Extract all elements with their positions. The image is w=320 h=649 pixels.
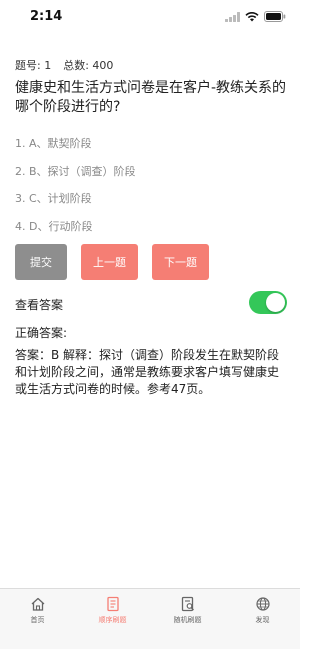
toggle-knob bbox=[266, 293, 285, 312]
show-answer-label: 查看答案 bbox=[15, 298, 64, 312]
tab-discover-label: 发现 bbox=[255, 616, 270, 624]
question-text: 健康史和生活方式问卷是在客户-教练关系的哪个阶段进行的? bbox=[15, 80, 287, 115]
sequential-practice-icon bbox=[106, 596, 119, 612]
question-total: 总数: 400 bbox=[63, 59, 114, 72]
tab-home[interactable]: 首页 bbox=[0, 589, 75, 649]
question-meta: 题号: 1 总数: 400 bbox=[15, 57, 113, 73]
tab-sequential-practice-label: 顺序刷题 bbox=[98, 616, 127, 624]
tab-bar: 首页 顺序刷题 随机刷题 发现 bbox=[0, 588, 300, 649]
tab-discover[interactable]: 发现 bbox=[225, 589, 300, 649]
status-time: 2:14 bbox=[30, 9, 63, 24]
wifi-icon bbox=[245, 11, 259, 21]
previous-question-button[interactable]: 上一题 bbox=[81, 244, 138, 280]
random-practice-icon bbox=[181, 596, 194, 612]
option-b[interactable]: 2. B、探讨（调查）阶段 bbox=[15, 165, 285, 193]
options-list: 1. A、默契阶段 2. B、探讨（调查）阶段 3. C、计划阶段 4. D、行… bbox=[15, 137, 285, 247]
status-bar: 2:14 bbox=[0, 0, 300, 34]
option-d[interactable]: 4. D、行动阶段 bbox=[15, 220, 285, 248]
battery-icon bbox=[264, 11, 286, 22]
correct-answer-heading: 正确答案: bbox=[15, 326, 68, 340]
show-answer-row: 查看答案 bbox=[15, 291, 287, 314]
question-number: 题号: 1 bbox=[15, 59, 52, 72]
next-question-button[interactable]: 下一题 bbox=[152, 244, 209, 280]
status-icons bbox=[225, 11, 286, 22]
signal-icon bbox=[225, 11, 240, 22]
tab-home-label: 首页 bbox=[30, 616, 45, 624]
home-icon bbox=[31, 597, 44, 611]
action-buttons: 提交 上一题 下一题 bbox=[15, 244, 209, 280]
tab-sequential-practice[interactable]: 顺序刷题 bbox=[75, 589, 150, 649]
submit-button[interactable]: 提交 bbox=[15, 244, 67, 280]
tab-random-practice[interactable]: 随机刷题 bbox=[150, 589, 225, 649]
option-c[interactable]: 3. C、计划阶段 bbox=[15, 192, 285, 220]
answer-explanation: 答案：B 解释：探讨（调查）阶段发生在默契阶段和计划阶段之间，通常是教练要求客户… bbox=[15, 348, 280, 396]
globe-icon bbox=[255, 597, 270, 611]
option-a[interactable]: 1. A、默契阶段 bbox=[15, 137, 285, 165]
show-answer-toggle[interactable] bbox=[249, 291, 287, 314]
tab-random-practice-label: 随机刷题 bbox=[173, 616, 202, 624]
